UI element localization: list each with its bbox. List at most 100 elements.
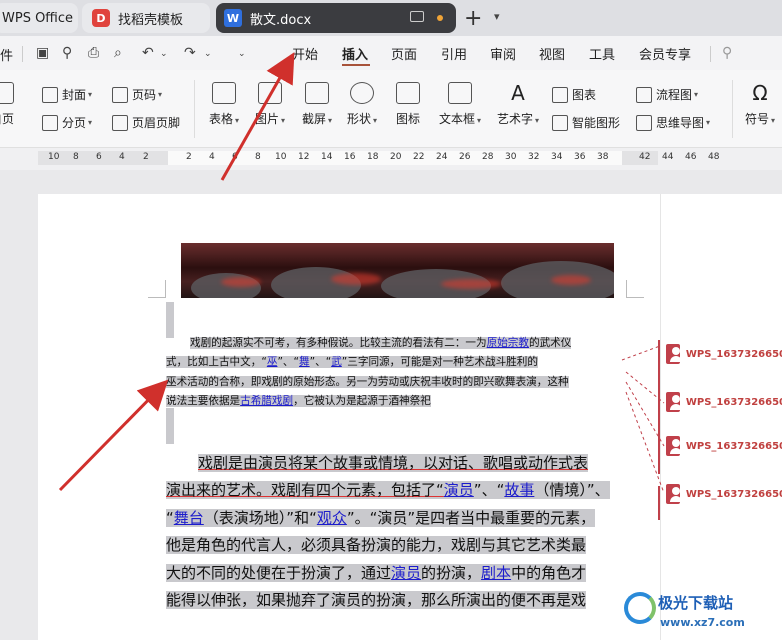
comment-author: WPS_1637326650	[685, 348, 782, 360]
smart-shape-button[interactable]: 智能图形	[552, 114, 620, 131]
save-icon[interactable]: ▣	[36, 45, 49, 61]
hyperlink[interactable]: 原始宗教	[487, 337, 529, 349]
monitor-icon[interactable]	[410, 11, 424, 22]
hyperlink[interactable]: 剧本	[481, 564, 511, 582]
symbol-button[interactable]: Ω 符号 ▾	[738, 82, 782, 127]
chevron-down-icon[interactable]: ⌄	[238, 49, 246, 59]
print-preview-icon[interactable]: ⌕	[114, 45, 122, 61]
hyperlink[interactable]: 演员	[444, 481, 474, 499]
mindmap-button[interactable]: 思维导图 ▾	[636, 114, 710, 131]
text-run: 他是角色的代言人，必须具备扮演的能力，戏剧与其它艺术类最	[166, 536, 587, 555]
night-landscape-image[interactable]	[181, 243, 614, 298]
tab-document[interactable]: W 散文.docx	[216, 3, 456, 33]
button-label: 智能图形	[572, 116, 621, 130]
hyperlink[interactable]: 武	[331, 356, 342, 368]
user-avatar-icon	[666, 484, 682, 504]
share-icon[interactable]: ⚲	[62, 45, 72, 61]
page-margin-marker	[626, 280, 644, 298]
tab-tools[interactable]: 工具	[589, 44, 615, 63]
comment-item[interactable]: WPS_1637326650	[666, 436, 782, 456]
new-tab-button[interactable]: +	[464, 6, 482, 31]
icon-button[interactable]: 图标	[386, 82, 430, 127]
tab-page[interactable]: 页面	[391, 44, 417, 63]
button-label: 白页	[0, 112, 14, 126]
flowchart-button[interactable]: 流程图 ▾	[636, 86, 698, 103]
page-number-button[interactable]: 页码 ▾	[112, 86, 162, 103]
blank-page-button[interactable]: 白页	[0, 82, 24, 127]
tab-member[interactable]: 会员专享	[639, 44, 691, 63]
comment-item[interactable]: WPS_1637326650	[666, 392, 782, 412]
hyperlink[interactable]: 舞台	[174, 509, 204, 527]
button-label: 流程图	[656, 88, 693, 102]
tab-review[interactable]: 审阅	[490, 44, 516, 63]
redo-icon[interactable]: ↷	[184, 45, 196, 61]
hyperlink[interactable]: 巫	[267, 356, 278, 368]
chevron-down-icon[interactable]: ▾	[494, 10, 500, 23]
button-label: 思维导图	[656, 116, 705, 130]
button-label: 图表	[572, 88, 597, 102]
text-run: （表演场地）”和“	[203, 508, 317, 527]
ruler-number: 30	[505, 152, 517, 162]
ruler-number: 10	[48, 152, 60, 162]
print-icon[interactable]: ⎙	[88, 45, 99, 61]
chevron-down-icon[interactable]: ⌄	[204, 49, 212, 59]
tab-wps-office[interactable]: WPS Office	[0, 3, 78, 33]
header-footer-button[interactable]: 页眉页脚	[112, 114, 180, 131]
user-avatar-icon	[666, 436, 682, 456]
flowchart-icon	[636, 86, 652, 103]
text-run: “	[166, 508, 174, 527]
ruler-number: 44	[662, 152, 674, 162]
origin-paragraph[interactable]: 戏剧的起源实不可考，有多种假说。比较主流的看法有二：一为原始宗教的武术仪 式，比…	[166, 334, 626, 411]
ruler-number: 14	[321, 152, 333, 162]
image-button[interactable]: 图片 ▾	[248, 82, 292, 127]
chart-button[interactable]: 图表	[552, 86, 596, 103]
table-button[interactable]: 表格 ▾	[202, 82, 246, 127]
tab-home[interactable]: 开始	[292, 44, 318, 63]
page-break-button[interactable]: 分页 ▾	[42, 114, 92, 131]
text-run: 巫术活动的合称，即戏剧的原始形态。另一为劳动或庆祝丰收时的即兴歌舞表演，这种	[166, 375, 569, 388]
button-label: 封面	[62, 88, 87, 102]
ruler-number: 42	[639, 152, 651, 162]
hyperlink[interactable]: 舞	[299, 356, 310, 368]
ruler-number: 48	[708, 152, 720, 162]
cover-button[interactable]: 封面 ▾	[42, 86, 92, 103]
search-icon[interactable]: ⚲	[722, 45, 732, 61]
ruler-number: 6	[96, 152, 102, 162]
hyperlink[interactable]: 古希腊戏剧	[240, 395, 293, 407]
hyperlink[interactable]: 故事	[504, 481, 534, 499]
tab-view[interactable]: 视图	[539, 44, 565, 63]
hyperlink[interactable]: 观众	[317, 509, 347, 527]
undo-icon[interactable]: ↶	[142, 45, 154, 61]
ruler-number: 36	[574, 152, 586, 162]
textbox-button[interactable]: 文本框 ▾	[434, 82, 486, 127]
button-label: 图片	[254, 112, 279, 126]
text-run: ”、“	[277, 356, 300, 369]
hyperlink[interactable]: 演员	[391, 564, 421, 582]
ruler-number: 28	[482, 152, 494, 162]
shape-button[interactable]: 形状 ▾	[340, 82, 384, 127]
comment-item[interactable]: WPS_1637326650	[666, 484, 782, 504]
ruler-number: 16	[344, 152, 356, 162]
wps-writer-window: WPS Office D 找稻壳模板 W 散文.docx + ▾ 件 ▣ ⚲ ⎙…	[0, 0, 782, 640]
tab-label: WPS Office	[2, 10, 74, 26]
wordart-button[interactable]: A 艺术字 ▾	[492, 82, 544, 127]
header-footer-icon	[112, 114, 128, 131]
ruler-number: 20	[390, 152, 402, 162]
screenshot-button[interactable]: 截屏 ▾	[295, 82, 339, 127]
selection-bar	[166, 302, 174, 338]
tab-insert[interactable]: 插入	[342, 44, 368, 63]
button-label: 符号	[744, 112, 769, 126]
selection-bar	[166, 408, 174, 444]
ruler-number: 8	[255, 152, 261, 162]
horizontal-ruler[interactable]: 10 8 6 4 2 2 4 6 8 10 12 14 16 18 20 22 …	[0, 148, 782, 170]
tab-template[interactable]: D 找稻壳模板	[82, 3, 210, 33]
menu-file[interactable]: 件	[0, 45, 13, 64]
watermark-title: 极光下载站	[658, 594, 734, 612]
comment-item[interactable]: WPS_1637326650	[666, 344, 782, 364]
button-label: 页眉页脚	[132, 116, 181, 130]
drama-paragraph[interactable]: 戏剧是由演员将某个故事或情境，以对话、歌唱或动作式表 演出来的艺术。戏剧有四个元…	[166, 450, 632, 614]
chevron-down-icon[interactable]: ⌄	[160, 49, 168, 59]
tab-references[interactable]: 引用	[441, 44, 467, 63]
unsaved-dot-icon	[437, 15, 443, 21]
textbox-icon	[448, 82, 472, 104]
